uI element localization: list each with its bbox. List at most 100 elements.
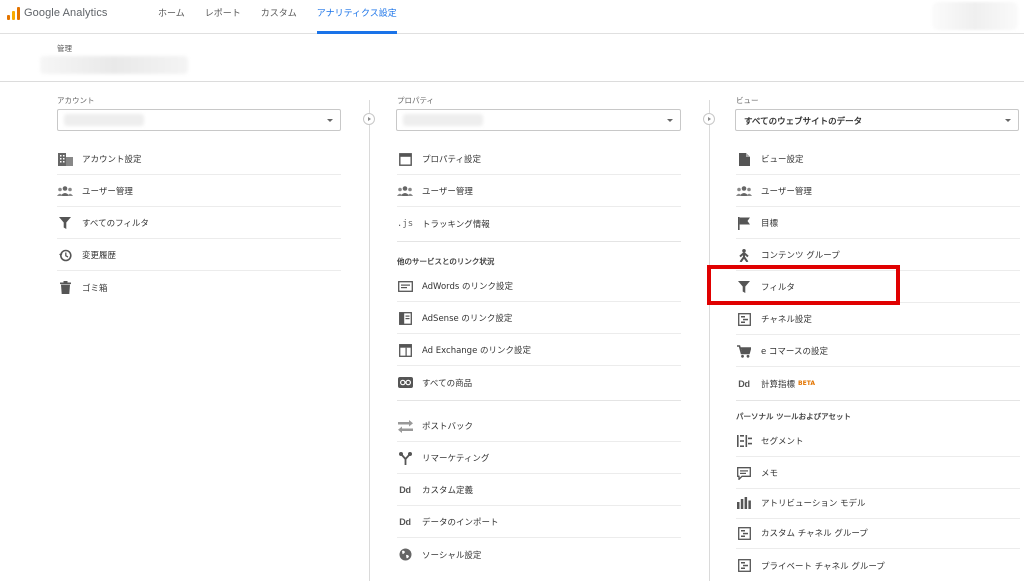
dd-icon: Dd (738, 378, 750, 389)
property-item-label: ユーザー管理 (422, 187, 473, 197)
view-item-label: プライベート チャネル グループ (761, 561, 885, 572)
account-item-users[interactable]: ユーザー管理 (57, 176, 341, 207)
property-item-data-import[interactable]: Dd データのインポート (397, 507, 681, 538)
property-item-tracking[interactable]: .js トラッキング情報 (397, 208, 681, 239)
channel-icon (736, 311, 752, 327)
view-item-settings[interactable]: ビュー設定 (736, 144, 1020, 175)
nav-reports[interactable]: レポート (205, 0, 241, 34)
chevron-down-icon (327, 119, 333, 122)
account-item-label: すべてのフィルタ (82, 219, 149, 229)
view-item-calculated-metrics[interactable]: Dd 計算指標 BETA (736, 368, 1020, 399)
account-column: アカウント アカウント設定 ユーザー管理 すべてのフィルタ 変更履歴 ゴミ箱 (0, 82, 375, 581)
view-select[interactable]: すべてのウェブサイトのデータ (735, 109, 1019, 131)
arrow-right-icon (363, 113, 375, 125)
users-icon (397, 183, 413, 199)
property-column: プロパティ プロパティ設定 ユーザー管理 .js トラッキング情報 他のサービス… (380, 82, 715, 581)
view-item-goals[interactable]: 目標 (736, 208, 1020, 239)
property-item-postback[interactable]: ポストバック (397, 411, 681, 442)
property-item-all-products[interactable]: すべての商品 (397, 367, 681, 398)
account-switcher-blurred[interactable] (932, 2, 1018, 30)
property-item-label: AdWords のリンク設定 (422, 282, 514, 292)
app-logo[interactable]: Google Analytics (7, 6, 108, 20)
top-bar: Google Analytics ホーム レポート カスタム アナリティクス設定 (0, 0, 1024, 34)
property-select[interactable] (396, 109, 681, 131)
property-item-label: ソーシャル設定 (422, 550, 482, 561)
arrow-right-icon (703, 113, 715, 125)
property-item-adexchange[interactable]: Ad Exchange のリンク設定 (397, 335, 681, 366)
property-item-adsense[interactable]: AdSense のリンク設定 (397, 303, 681, 334)
chevron-down-icon (1005, 119, 1011, 122)
users-icon (57, 183, 73, 199)
account-item-trash[interactable]: ゴミ箱 (57, 272, 341, 303)
postback-icon (397, 418, 413, 434)
view-item-users[interactable]: ユーザー管理 (736, 176, 1020, 207)
history-icon (57, 247, 73, 263)
view-item-channel-settings[interactable]: チャネル設定 (736, 304, 1020, 335)
view-item-label: コンテンツ グループ (761, 251, 840, 261)
view-item-label: アトリビューション モデル (761, 499, 866, 509)
property-label: プロパティ (397, 96, 435, 105)
main-nav: ホーム レポート カスタム アナリティクス設定 (158, 0, 417, 34)
property-item-label: データのインポート (422, 518, 499, 528)
account-item-history[interactable]: 変更履歴 (57, 240, 341, 271)
view-item-label: カスタム チャネル グループ (761, 529, 868, 539)
view-item-attribution-models[interactable]: アトリビューション モデル (736, 488, 1020, 519)
view-item-private-channel-groups[interactable]: プライベート チャネル グループ (736, 550, 1020, 581)
view-label: ビュー (736, 96, 759, 105)
person-walk-icon (736, 247, 752, 263)
account-item-label: 変更履歴 (82, 251, 117, 261)
view-item-annotations[interactable]: メモ (736, 458, 1020, 489)
view-item-label: チャネル設定 (761, 315, 812, 325)
filter-icon (57, 215, 73, 231)
property-item-adwords[interactable]: AdWords のリンク設定 (397, 271, 681, 302)
view-item-label: セグメント (761, 437, 804, 447)
note-icon (736, 465, 752, 481)
view-column: ビュー すべてのウェブサイトのデータ ビュー設定 ユーザー管理 目標 コンテンツ… (720, 82, 1024, 581)
personal-tools-header: パーソナル ツールおよびアセット (736, 412, 851, 421)
account-name-blurred (40, 56, 188, 74)
property-item-label: カスタム定義 (422, 486, 474, 496)
account-select[interactable] (57, 109, 341, 131)
property-item-label: Ad Exchange のリンク設定 (422, 346, 531, 356)
view-item-segments[interactable]: セグメント (736, 426, 1020, 457)
nav-custom[interactable]: カスタム (261, 0, 297, 34)
adexchange-icon (397, 342, 413, 358)
account-item-filters[interactable]: すべてのフィルタ (57, 208, 341, 239)
view-item-label: ユーザー管理 (761, 187, 812, 197)
channel-icon (736, 525, 752, 541)
view-item-label: 目標 (761, 219, 779, 229)
property-item-label: プロパティ設定 (422, 155, 481, 165)
property-item-users[interactable]: ユーザー管理 (397, 176, 681, 207)
property-item-label: AdSense のリンク設定 (422, 314, 513, 324)
trash-icon (57, 280, 73, 296)
property-item-remarketing[interactable]: リマーケティング (397, 443, 681, 474)
view-item-label: 計算指標 (761, 379, 796, 390)
view-item-label: ビュー設定 (761, 155, 804, 165)
segment-icon (736, 433, 752, 449)
nav-home[interactable]: ホーム (158, 0, 185, 34)
property-item-settings[interactable]: プロパティ設定 (397, 144, 681, 175)
view-select-value: すべてのウェブサイトのデータ (744, 117, 863, 127)
linking-section-header: 他のサービスとのリンク状況 (397, 257, 495, 266)
view-item-ecommerce[interactable]: e コマースの設定 (736, 336, 1020, 367)
view-item-label: メモ (761, 469, 779, 479)
account-item-settings[interactable]: アカウント設定 (57, 144, 341, 175)
document-icon (736, 151, 752, 167)
view-item-custom-channel-groups[interactable]: カスタム チャネル グループ (736, 518, 1020, 549)
property-item-custom-definitions[interactable]: Dd カスタム定義 (397, 475, 681, 506)
account-label: アカウント (57, 96, 95, 105)
account-item-label: ゴミ箱 (82, 283, 108, 294)
nav-admin[interactable]: アナリティクス設定 (316, 0, 397, 34)
building-icon (57, 151, 73, 167)
property-item-social[interactable]: ソーシャル設定 (397, 539, 681, 570)
remarketing-icon (397, 450, 413, 466)
channel-icon (736, 558, 752, 574)
chevron-down-icon (667, 119, 673, 122)
account-select-value-blurred (64, 114, 144, 126)
section-divider (397, 241, 681, 242)
dd-icon: Dd (399, 517, 411, 527)
filter-highlight-box (707, 265, 900, 305)
app-name: Google Analytics (24, 7, 108, 19)
bar-chart-icon (736, 495, 752, 511)
js-icon: .js (396, 218, 414, 229)
